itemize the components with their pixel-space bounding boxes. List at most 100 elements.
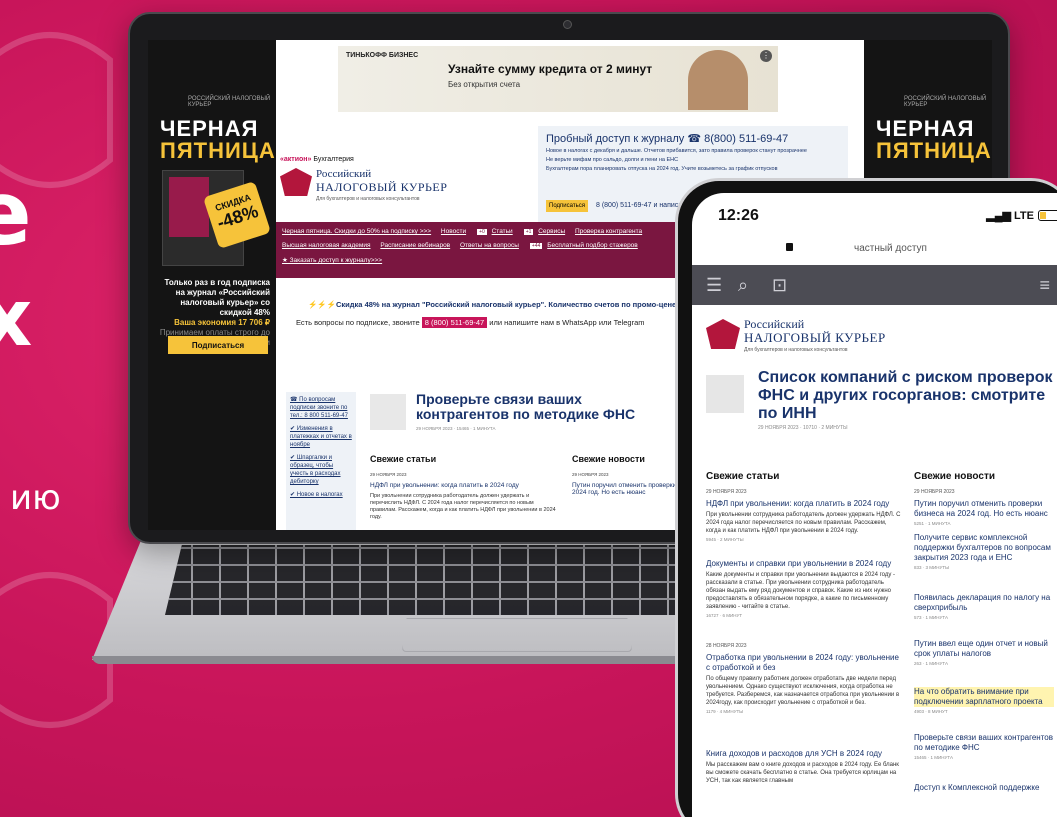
article-meta: 29 НОЯБРЯ 2023 · 15465 · 1 МИНУТА — [416, 426, 496, 431]
nav-link-news[interactable]: Новости — [441, 228, 466, 235]
status-bar: 12:26 ▂▄▆ LTE — [692, 193, 1057, 237]
article-link[interactable]: НДФЛ при увольнении: когда платить в 202… — [370, 482, 560, 489]
nav-link-answers[interactable]: Ответы на вопросы — [460, 242, 519, 249]
list-item: 28 НОЯБРЯ 2023 Отработка при увольнении … — [706, 643, 902, 714]
news-link[interactable]: Доступ к Комплексной поддержке — [914, 783, 1054, 793]
trial-title[interactable]: Пробный доступ к журналу ☎ 8(800) 511-69… — [546, 132, 840, 145]
trial-subscribe-button[interactable]: Подписаться — [546, 200, 588, 212]
article-title[interactable]: Проверьте связи ваших контрагентов по ме… — [416, 392, 666, 422]
battery-icon — [1038, 210, 1057, 221]
list-icon[interactable]: ☰ — [706, 275, 722, 295]
news-link[interactable]: Путин ввел еще один отчет и новый срок у… — [914, 639, 1054, 659]
emblem-icon — [706, 319, 740, 349]
news-link[interactable]: Получите сервис комплексной поддержки бу… — [914, 533, 1054, 563]
left-link[interactable]: ✔ Новое в налогах — [290, 491, 352, 499]
keyboard-rows — [165, 545, 725, 615]
fresh-news-heading: Свежие новости — [914, 471, 995, 482]
list-item: 29 НОЯБРЯ 2023 Путин поручил отменить пр… — [914, 489, 1054, 526]
network-indicator: ▂▄▆ LTE — [986, 210, 1034, 222]
list-item: Проверьте связи ваших контрагентов по ме… — [914, 733, 1054, 760]
aktion-label: «актион» Бухгалтерия — [280, 156, 354, 163]
phone-screen: 12:26 ▂▄▆ LTE частный доступ ☰ ⌕ ⊡ ≡ Рос… — [692, 193, 1057, 817]
fresh-articles-heading: Свежие статьи — [370, 454, 437, 464]
news-link[interactable]: Путин поручил отменить проверки бизнеса … — [914, 499, 1054, 519]
article-link[interactable]: Отработка при увольнении в 2024 году: ув… — [706, 653, 902, 673]
nav-link-black-friday[interactable]: Черная пятница. Скидки до 50% на подписк… — [282, 228, 431, 235]
top-ad-banner[interactable]: ТИНЬКОФФ БИЗНЕС Узнайте сумму кредита от… — [338, 46, 778, 112]
article-excerpt: По общему правилу работник должен отрабо… — [706, 676, 900, 706]
news-link[interactable]: Проверьте связи ваших контрагентов по ме… — [914, 733, 1054, 753]
left-link[interactable]: ✔ Шпаргалки и образец, чтобы учесть в ра… — [290, 454, 352, 486]
lightning-icon: ⚡⚡⚡ — [308, 300, 337, 309]
news-meta: 573 · 1 МИНУТА — [914, 615, 948, 620]
article-title[interactable]: Список компаний с риском проверок ФНС и … — [758, 369, 1057, 423]
left-links: ☎ По вопросам подписки звоните по тел.: … — [286, 392, 356, 530]
article-excerpt: При увольнении сотрудника работодатель д… — [706, 512, 901, 534]
list-item: 29 НОЯБРЯ 2023 НДФЛ при увольнении: когд… — [706, 489, 902, 542]
list-item: Путин ввел еще один отчет и новый срок у… — [914, 639, 1054, 666]
subscribe-button[interactable]: Подписаться — [168, 336, 268, 354]
ad-headline: Узнайте сумму кредита от 2 минут — [448, 62, 653, 76]
nav-link-webinars[interactable]: Расписание вебинаров — [380, 242, 450, 249]
logo-tagline: Для бухгалтеров и налоговых консультанто… — [744, 347, 848, 353]
news-link[interactable]: Появилась декларация по налогу на сверхп… — [914, 593, 1054, 613]
nav-link-check[interactable]: Проверка контрагента — [575, 228, 642, 235]
list-item: На что обратить внимание при подключении… — [914, 687, 1054, 714]
url-bar[interactable]: частный доступ — [692, 237, 1057, 263]
list-item: Книга доходов и расходов для УСН в 2024 … — [706, 749, 902, 785]
nav-badge: +0 — [477, 229, 487, 235]
list-item: Доступ к Комплексной поддержке — [914, 783, 1054, 795]
ad-subtitle: Без открытия счета — [448, 80, 521, 89]
side-banner-left[interactable]: РОССИЙСКИЙ НАЛОГОВЫЙ КУРЬЕР ЧЕРНАЯ ПЯТНИ… — [148, 40, 276, 530]
lock-icon — [786, 243, 793, 251]
menu-icon[interactable]: ≡ — [1039, 275, 1050, 295]
list-item: Получите сервис комплексной поддержки бу… — [914, 533, 1054, 570]
bookmark-icon[interactable]: ⊡ — [772, 275, 787, 295]
laptop-touchpad — [402, 618, 632, 652]
left-link[interactable]: ✔ Изменения в платежках и отчетах в нояб… — [290, 425, 352, 449]
trial-phone[interactable]: 8 (800) 511-69-47 и написать — [596, 202, 689, 209]
article-thumbnail[interactable] — [706, 375, 744, 413]
article-link[interactable]: НДФЛ при увольнении: когда платить в 202… — [706, 499, 902, 509]
laptop-camera — [563, 20, 572, 29]
phone-toolbar: ☰ ⌕ ⊡ ≡ — [692, 265, 1057, 305]
nav-link-articles[interactable]: Статьи — [492, 228, 513, 235]
nav-link-order[interactable]: ★ Заказать доступ к журналу>>> — [282, 257, 382, 264]
news-link[interactable]: На что обратить внимание при подключении… — [914, 687, 1054, 707]
fresh-articles-heading: Свежие статьи — [706, 471, 780, 482]
article-excerpt: Какие документы и справки при увольнении… — [706, 572, 896, 610]
nav-badge: +1 — [523, 229, 534, 235]
article-meta: 29 НОЯБРЯ 2023 · 10710 · 2 МИНУТЫ — [758, 425, 848, 431]
article-meta: 1179 · 4 МИНУТЫ — [706, 709, 744, 714]
logo-line-1[interactable]: Российский — [316, 168, 371, 180]
side-banner-title: ЧЕРНАЯ ПЯТНИЦА — [160, 116, 276, 163]
list-item: Документы и справки при увольнении в 202… — [706, 559, 902, 618]
trial-item[interactable]: Не верьте мифам про сальдо, долги и пени… — [546, 157, 840, 163]
side-banner-logo: РОССИЙСКИЙ НАЛОГОВЫЙ КУРЬЕР — [904, 96, 987, 108]
background-text-fragment: e — [0, 162, 32, 265]
news-meta: 4903 · 8 МИНУТ — [914, 709, 948, 714]
search-icon[interactable]: ⌕ — [738, 275, 748, 295]
trial-item[interactable]: Бухгалтерам пора планировать отпуска на … — [546, 166, 840, 172]
news-meta: 5251 · 1 МИНУТА — [914, 521, 951, 526]
more-icon[interactable]: ⋮ — [760, 50, 772, 62]
nav-link-interns[interactable]: Бесплатный подбор стажеров — [547, 242, 638, 249]
background-text-fragment: ию — [10, 478, 61, 518]
logo-line-2[interactable]: НАЛОГОВЫЙ КУРЬЕР — [316, 180, 447, 195]
article-thumbnail[interactable] — [370, 394, 406, 430]
article-meta: 16727 · 6 МИНУТ — [706, 613, 743, 618]
article-link[interactable]: Книга доходов и расходов для УСН в 2024 … — [706, 749, 902, 759]
ad-person-image — [688, 50, 748, 110]
article-link[interactable]: Документы и справки при увольнении в 202… — [706, 559, 902, 569]
promo-phone[interactable]: 8 (800) 511-69-47 — [421, 317, 488, 328]
left-link[interactable]: ☎ По вопросам подписки звоните по тел.: … — [290, 396, 352, 420]
smartphone: 12:26 ▂▄▆ LTE частный доступ ☰ ⌕ ⊡ ≡ Рос… — [675, 178, 1057, 817]
trial-item[interactable]: Новое в налогах с декабря и дальше. Отче… — [546, 148, 840, 154]
side-banner-logo: РОССИЙСКИЙ НАЛОГОВЫЙ КУРЬЕР — [188, 96, 271, 108]
news-meta: 15465 · 1 МИНУТА — [914, 755, 953, 760]
nav-link-academy[interactable]: Высшая налоговая академия — [282, 242, 371, 249]
promo-line: ⚡⚡⚡Скидка 48% на журнал "Российский нало… — [308, 300, 732, 309]
nav-link-services[interactable]: Сервисы — [538, 228, 565, 235]
emblem-icon — [280, 168, 312, 196]
logo-line-2[interactable]: НАЛОГОВЫЙ КУРЬЕР — [744, 330, 886, 346]
